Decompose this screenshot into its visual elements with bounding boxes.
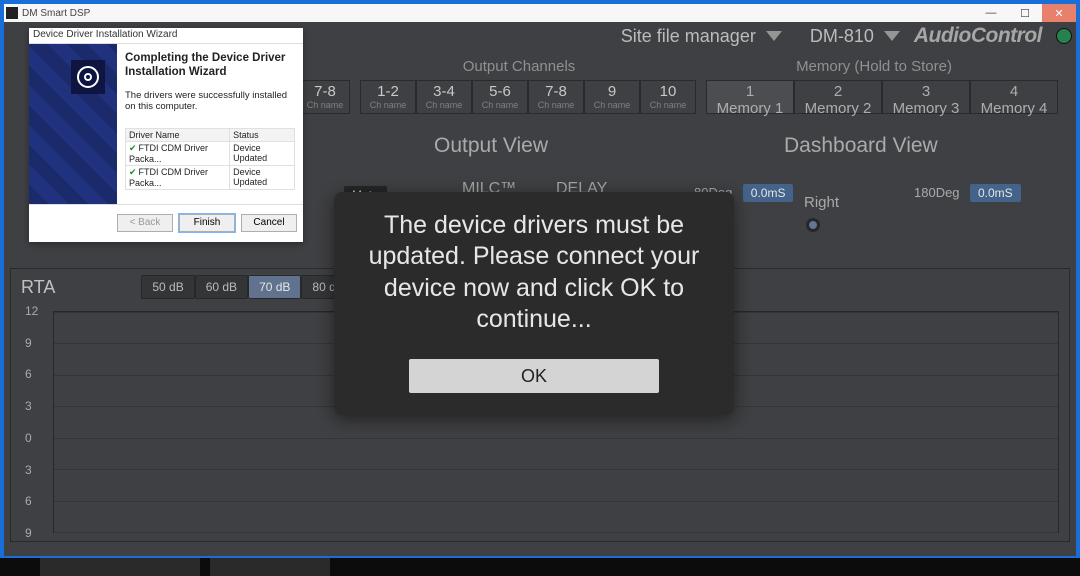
device-dropdown[interactable]: DM-810 — [810, 26, 900, 47]
rta-y-tick: 9 — [25, 336, 32, 350]
col-driver-name: Driver Name — [126, 128, 230, 141]
rta-y-tick: 0 — [25, 431, 32, 445]
window-close-button[interactable]: ✕ — [1042, 4, 1076, 22]
right-radio[interactable] — [806, 218, 820, 232]
col-status: Status — [230, 128, 295, 141]
delay-right-chip[interactable]: 0.0mS — [970, 184, 1021, 202]
channel-slot[interactable]: 9Ch name — [584, 80, 640, 114]
channel-slot[interactable]: 7-8Ch name — [300, 80, 350, 114]
wizard-sidebar-art — [29, 44, 117, 204]
wizard-back-button: < Back — [117, 214, 173, 232]
rta-db-button[interactable]: 70 dB — [248, 275, 301, 299]
rta-y-tick: 12 — [25, 304, 38, 318]
wizard-finish-button[interactable]: Finish — [179, 214, 235, 232]
channel-slot[interactable]: 1-2Ch name — [360, 80, 416, 114]
site-file-manager-dropdown[interactable]: Site file manager — [621, 26, 782, 47]
memory-slot[interactable]: 4Memory 4 — [970, 80, 1058, 114]
driver-update-modal: The device drivers must be updated. Plea… — [334, 192, 734, 415]
wizard-heading: Completing the Device Driver Installatio… — [125, 52, 295, 80]
memory-slot[interactable]: 1Memory 1 — [706, 80, 794, 114]
driver-wizard-dialog: Device Driver Installation Wizard Comple… — [29, 28, 303, 242]
output-view-heading: Output View — [434, 134, 548, 158]
cd-disc-icon — [71, 60, 105, 94]
site-file-manager-label: Site file manager — [621, 26, 756, 47]
taskbar[interactable] — [0, 558, 1080, 576]
device-label: DM-810 — [810, 26, 874, 47]
brand-logo: AudioControl — [914, 24, 1042, 48]
rta-y-tick: 9 — [25, 526, 32, 540]
connection-led-icon — [1056, 28, 1072, 44]
rta-db-button[interactable]: 60 dB — [195, 275, 248, 299]
channel-slot[interactable]: 10Ch name — [640, 80, 696, 114]
delay-left-chip[interactable]: 0.0mS — [743, 184, 794, 202]
dashboard-view-heading: Dashboard View — [784, 134, 938, 158]
window-title: DM Smart DSP — [22, 8, 90, 19]
deg-right-label: 180Deg — [914, 185, 960, 200]
driver-update-ok-button[interactable]: OK — [409, 359, 659, 393]
window-maximize-button[interactable]: ☐ — [1008, 4, 1042, 22]
wizard-message: The drivers were successfully installed … — [125, 90, 295, 112]
memory-heading: Memory (Hold to Store) — [694, 58, 1054, 75]
rta-y-tick: 6 — [25, 367, 32, 381]
rta-title: RTA — [21, 277, 55, 298]
rta-y-tick: 6 — [25, 494, 32, 508]
app-icon — [6, 7, 18, 19]
window-minimize-button[interactable]: ― — [974, 4, 1008, 22]
wizard-driver-row: ✔FTDI CDM Driver Packa...Device Updated — [126, 141, 295, 165]
memory-slot[interactable]: 3Memory 3 — [882, 80, 970, 114]
rta-db-button[interactable]: 50 dB — [141, 275, 194, 299]
rta-y-tick: 3 — [25, 399, 32, 413]
wizard-driver-row: ✔FTDI CDM Driver Packa...Device Updated — [126, 165, 295, 189]
wizard-driver-table: Driver Name Status ✔FTDI CDM Driver Pack… — [125, 128, 295, 190]
channel-slot[interactable]: 3-4Ch name — [416, 80, 472, 114]
chevron-down-icon — [766, 31, 782, 41]
rta-y-tick: 3 — [25, 463, 32, 477]
wizard-cancel-button[interactable]: Cancel — [241, 214, 297, 232]
channel-slot[interactable]: 7-8Ch name — [528, 80, 584, 114]
channel-slot[interactable]: 5-6Ch name — [472, 80, 528, 114]
memory-slot[interactable]: 2Memory 2 — [794, 80, 882, 114]
driver-update-message: The device drivers must be updated. Plea… — [356, 210, 712, 335]
output-channels-heading: Output Channels — [354, 58, 684, 75]
window-titlebar: DM Smart DSP ― ☐ ✕ — [4, 4, 1076, 22]
right-label: Right — [804, 194, 839, 211]
chevron-down-icon — [884, 31, 900, 41]
wizard-title: Device Driver Installation Wizard — [29, 28, 303, 44]
